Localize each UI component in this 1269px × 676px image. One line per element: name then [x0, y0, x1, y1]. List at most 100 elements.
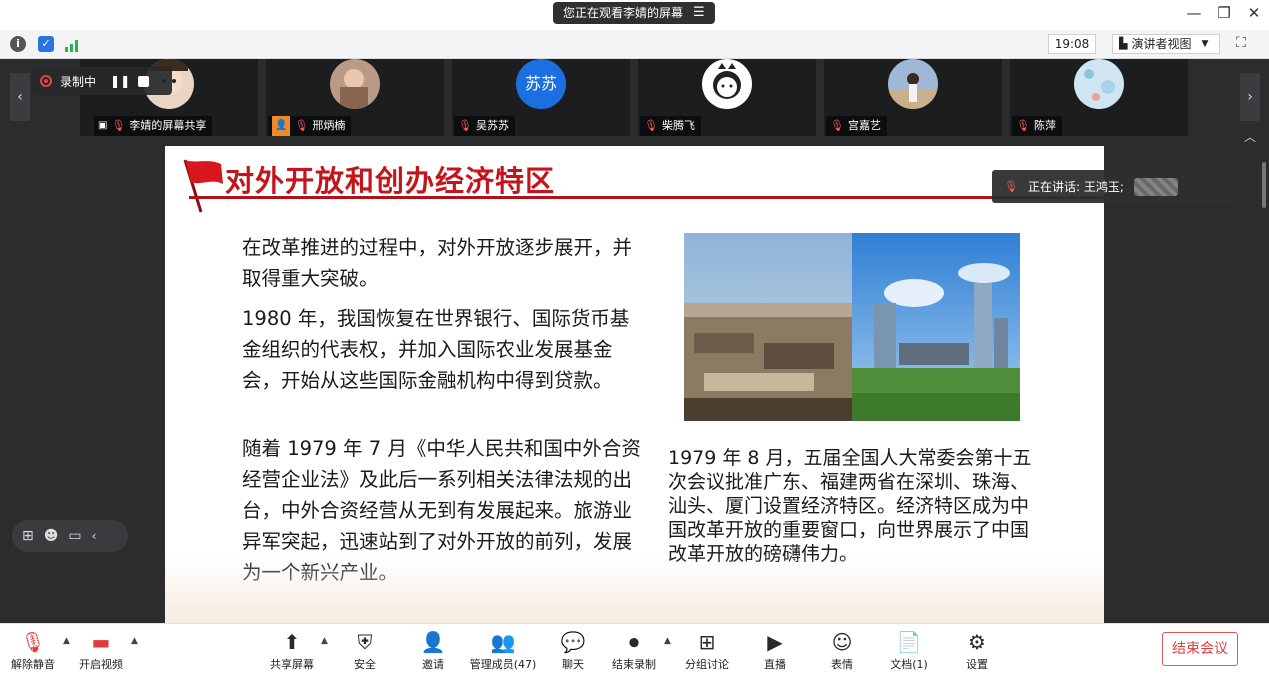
minimize-icon[interactable]: —	[1184, 4, 1204, 22]
meeting-clock: 19:08	[1048, 34, 1096, 54]
speaking-label: 正在讲话: 王鸿玉;	[1027, 180, 1124, 194]
unmute-label: 解除静音	[11, 658, 55, 671]
fullscreen-icon[interactable]: ⛶	[1236, 35, 1246, 51]
participant-name: 吴苏苏	[475, 119, 509, 132]
participant-name: 邢炳楠	[312, 119, 346, 132]
live-label: 直播	[764, 658, 786, 671]
participant-name-tag: 🎙 吴苏苏	[454, 116, 515, 136]
settings-label: 设置	[966, 658, 988, 671]
person-icon: 👤	[272, 116, 291, 136]
special-economic-zone-photo	[684, 233, 1020, 421]
flag-icon	[183, 159, 223, 213]
mic-off-icon: 🎙	[830, 119, 844, 132]
reactions-label: 表情	[831, 658, 853, 671]
stop-record-icon: ⏺	[629, 630, 639, 654]
participant-tile[interactable]: 🎙 宫嘉艺	[824, 59, 1002, 136]
share-screen-label: 共享屏幕	[270, 658, 314, 671]
unmute-button[interactable]: 🎙 解除静音	[0, 630, 69, 672]
view-mode-dropdown[interactable]: ▙ 演讲者视图 ▼	[1112, 34, 1220, 54]
live-stream-button[interactable]: ▶ 直播	[739, 630, 811, 672]
screen-share-icon: ▣	[98, 120, 108, 131]
info-bar: i ✓ 19:08 ▙ 演讲者视图 ▼ ⛶	[0, 30, 1269, 59]
add-user-icon: 👤	[420, 630, 446, 654]
avatar	[1074, 59, 1124, 109]
settings-button[interactable]: ⚙ 设置	[941, 630, 1013, 672]
title-underline	[189, 196, 1104, 199]
participant-name-tag: 🎙 陈萍	[1012, 116, 1062, 136]
slide-paragraph: 1979 年 8 月，五届全国人大常委会第十五次会议批准广东、福建两省在深圳、珠…	[668, 447, 1032, 565]
chevron-down-icon: ▼	[1201, 39, 1209, 49]
recording-options-caret[interactable]: ▲	[664, 636, 671, 646]
participant-name: 李婧的屏幕共享	[129, 119, 207, 132]
close-icon[interactable]: ✕	[1244, 4, 1264, 22]
speaking-indicator: 🎙 正在讲话: 王鸿玉;	[992, 170, 1234, 203]
mic-off-icon: 🎙	[458, 119, 472, 132]
documents-button[interactable]: 📄 文档(1)	[873, 630, 945, 672]
manage-members-button[interactable]: 👥 管理成员(47)	[467, 630, 539, 672]
restore-icon[interactable]: ❐	[1214, 4, 1234, 22]
video-off-icon: ▬	[91, 630, 111, 654]
avatar	[330, 59, 380, 109]
participant-name-tag: 🎙 宫嘉艺	[826, 116, 887, 136]
members-icon: 👥	[490, 630, 516, 654]
strip-prev-button[interactable]: ‹	[10, 73, 30, 121]
grid-icon[interactable]: ⊞	[22, 528, 34, 544]
participant-name: 陈萍	[1033, 119, 1056, 132]
scrollbar[interactable]	[1262, 162, 1266, 208]
share-screen-button[interactable]: ⬆ 共享屏幕	[256, 630, 328, 672]
mic-off-icon: 🎙	[1004, 180, 1018, 193]
menu-icon[interactable]: ☰	[693, 2, 705, 24]
info-icon[interactable]: i	[10, 36, 26, 52]
security-button[interactable]: ⛨ 安全	[329, 630, 401, 672]
pause-recording-button[interactable]: ❚❚	[110, 74, 130, 88]
meeting-toolbar: 🎙 解除静音 ▲ ▬ 开启视频 ▲ ⬆ 共享屏幕 ▲ ⛨ 安全 👤 邀请 👥 管…	[0, 623, 1269, 676]
great-wall-background	[165, 556, 1104, 623]
reactions-button[interactable]: ☺ 表情	[806, 630, 878, 672]
layout-icon: ▙	[1119, 37, 1128, 50]
emoji-icon[interactable]: ☻	[44, 528, 59, 544]
slide-paragraph: 在改革推进的过程中，对外开放逐步展开，并取得重大突破。	[242, 236, 633, 290]
chat-bubble-icon[interactable]: ▭	[68, 528, 81, 544]
speaker-avatar-blurred	[1133, 177, 1178, 196]
shield-icon[interactable]: ✓	[38, 36, 54, 52]
screen-share-indicator[interactable]: 您正在观看李婧的屏幕 ☰	[553, 2, 715, 24]
security-label: 安全	[354, 658, 376, 671]
strip-next-button[interactable]: ›	[1240, 73, 1260, 121]
breakout-rooms-button[interactable]: ⊞ 分组讨论	[671, 630, 743, 672]
documents-label: 文档(1)	[890, 658, 928, 671]
end-recording-button[interactable]: ⏺ 结束录制	[598, 630, 670, 672]
stop-recording-button[interactable]	[138, 75, 150, 87]
sharing-text: 您正在观看李婧的屏幕	[563, 6, 684, 20]
breakout-label: 分组讨论	[685, 658, 729, 671]
chevron-left-icon[interactable]: ‹	[92, 529, 97, 543]
shared-slide: 对外开放和创办经济特区 在改革推进的过程中，对外开放逐步展开，并取得重大突破。 …	[165, 146, 1104, 623]
manage-members-label: 管理成员(47)	[469, 658, 537, 671]
participant-name: 柴腾飞	[661, 119, 695, 132]
participant-tile[interactable]: 🎙 柴腾飞	[638, 59, 816, 136]
shield-icon: ⛨	[357, 630, 373, 654]
invite-button[interactable]: 👤 邀请	[397, 630, 469, 672]
end-recording-label: 结束录制	[612, 658, 656, 671]
breakout-icon: ⊞	[698, 630, 716, 654]
share-options-caret[interactable]: ▲	[321, 636, 328, 646]
start-video-label: 开启视频	[79, 658, 123, 671]
live-icon: ▶	[767, 630, 783, 654]
view-mode-label: 演讲者视图	[1131, 37, 1192, 51]
start-video-button[interactable]: ▬ 开启视频	[65, 630, 137, 672]
slide-title: 对外开放和创办经济特区	[225, 164, 556, 198]
document-icon: 📄	[896, 630, 922, 654]
recording-panel: 录制中 ❚❚	[32, 67, 172, 95]
end-meeting-button[interactable]: 结束会议	[1162, 632, 1238, 666]
collapse-strip-icon[interactable]: ︿	[1244, 128, 1256, 145]
participant-tile[interactable]: 👤 🎙 邢炳楠	[266, 59, 444, 136]
participant-tile[interactable]: 苏苏 🎙 吴苏苏	[452, 59, 630, 136]
participant-name-tag: ▣ 🎙 李婧的屏幕共享	[94, 116, 213, 136]
participant-tile[interactable]: 🎙 陈萍	[1010, 59, 1188, 136]
avatar	[888, 59, 938, 109]
slide-paragraph: 1980 年，我国恢复在世界银行、国际货币基金组织的代表权，并加入国际农业发展基…	[242, 307, 630, 392]
record-icon	[40, 75, 52, 87]
signal-icon[interactable]	[64, 37, 82, 52]
video-strip: ‹ ▣ 🎙 李婧的屏幕共享 👤 🎙 邢炳楠 苏苏 🎙 吴苏苏 🎙 柴腾飞 🎙 宫…	[0, 59, 1269, 145]
video-options-caret[interactable]: ▲	[131, 636, 138, 646]
emoji-icon: ☺	[831, 630, 853, 654]
